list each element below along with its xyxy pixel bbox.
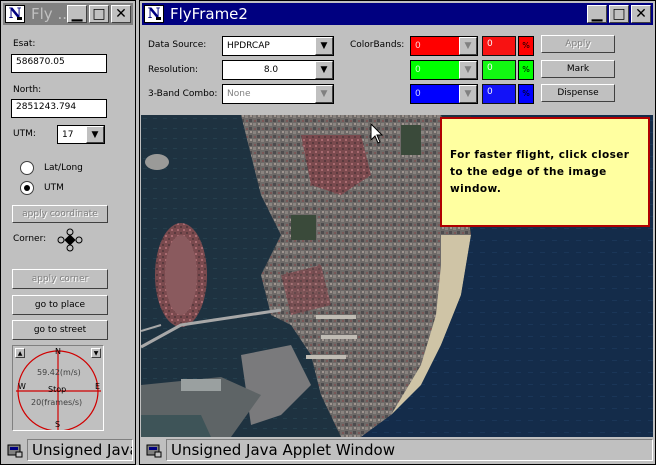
north-field[interactable]: 2851243.794 <box>11 99 107 118</box>
corner-top-icon[interactable] <box>66 228 74 236</box>
left-applet-window: N Fly ... ▁ □ ✕ Esat: 586870.05 North: 2… <box>0 0 136 465</box>
resolution-select[interactable]: 8.0 ▼ <box>222 60 334 80</box>
esat-field[interactable]: 586870.05 <box>11 54 107 73</box>
speed-readout: 59.42(m/s) <box>37 368 81 377</box>
radio-utm[interactable]: UTM <box>20 181 64 195</box>
left-status-bar: Unsigned Java Applet Window <box>3 438 133 462</box>
colorbands-label: ColorBands: <box>350 40 405 50</box>
left-window-title: Fly ... <box>31 5 67 23</box>
compass-up-right-icon[interactable]: ▼ <box>91 348 101 358</box>
radio-utm-label: UTM <box>44 183 64 193</box>
chevron-down-icon[interactable]: ▼ <box>315 61 333 79</box>
radio-unchecked-icon <box>20 161 34 175</box>
stop-button[interactable]: Stop <box>48 385 66 394</box>
chevron-down-icon[interactable]: ▼ <box>459 61 477 79</box>
minimize-icon[interactable]: ▁ <box>587 5 607 23</box>
compass-south-label: S <box>55 420 61 429</box>
flyframe-window-title: FlyFrame2 <box>170 5 248 23</box>
faster-flight-tooltip: For faster flight, click closer to the e… <box>440 117 650 227</box>
compass-up-left-icon[interactable]: ▲ <box>15 348 25 358</box>
compass-east-label: E <box>95 382 101 391</box>
colorband-percent-field[interactable]: 0 <box>482 84 516 104</box>
fps-readout: 20(frames/s) <box>31 398 83 407</box>
netscape-logo-icon: N <box>5 5 25 23</box>
colorband-value: 0 <box>415 41 421 51</box>
colorband-percent-sign: % <box>518 60 534 80</box>
chevron-down-icon[interactable]: ▼ <box>315 85 333 103</box>
north-label: North: <box>13 85 42 95</box>
data-source-label: Data Source: <box>148 40 207 50</box>
apply-button[interactable]: Apply <box>541 35 615 53</box>
colorband-value: 0 <box>415 65 421 75</box>
corner-label: Corner: <box>13 234 47 244</box>
main-status-bar: Unsigned Java Applet Window <box>142 438 653 462</box>
chevron-down-icon[interactable]: ▼ <box>459 85 477 103</box>
radio-checked-icon <box>20 181 34 195</box>
colorband-select[interactable]: 0 ▼ <box>410 84 478 104</box>
data-source-select[interactable]: HPDRCAP ▼ <box>222 36 334 56</box>
resolution-value: 8.0 <box>263 65 279 75</box>
close-icon[interactable]: ✕ <box>111 5 131 23</box>
compass-panel[interactable]: ▲ ▼ N E S W 59.42(m/s) Stop 20(frames/s) <box>12 345 104 431</box>
dispense-button[interactable]: Dispense <box>541 84 615 102</box>
apply-coordinate-button[interactable]: apply coordinate <box>12 205 108 223</box>
esat-label: Esat: <box>13 39 36 49</box>
radio-latlong-label: Lat/Long <box>44 163 83 173</box>
corner-selector[interactable] <box>57 228 83 252</box>
flyframe-title-bar[interactable]: N FlyFrame2 ▁ □ ✕ <box>142 3 653 25</box>
corner-right-icon[interactable] <box>75 236 83 244</box>
utm-zone-value: 17 <box>62 129 74 140</box>
chevron-down-icon[interactable]: ▼ <box>86 126 104 143</box>
data-source-value: HPDRCAP <box>227 41 270 51</box>
mark-button[interactable]: Mark <box>541 60 615 78</box>
minimize-icon[interactable]: ▁ <box>67 5 87 23</box>
corner-bottom-icon[interactable] <box>66 244 74 252</box>
corner-left-icon[interactable] <box>57 236 65 244</box>
left-status-text: Unsigned Java Applet Window <box>27 439 133 461</box>
three-band-label: 3-Band Combo: <box>148 89 218 99</box>
three-band-value: None <box>227 89 251 99</box>
go-to-place-button[interactable]: go to place <box>12 295 108 315</box>
colorband-percent-field[interactable]: 0 <box>482 36 516 56</box>
colorband-percent-field[interactable]: 0 <box>482 60 516 80</box>
colorband-select[interactable]: 0 ▼ <box>410 60 478 80</box>
compass-north-label: N <box>55 347 61 356</box>
left-title-bar[interactable]: N Fly ... ▁ □ ✕ <box>3 3 133 25</box>
colorband-percent-sign: % <box>518 36 534 56</box>
java-applet-icon <box>7 442 23 458</box>
maximize-icon[interactable]: □ <box>89 5 109 23</box>
close-icon[interactable]: ✕ <box>631 5 651 23</box>
three-band-select[interactable]: None ▼ <box>222 84 334 104</box>
resolution-label: Resolution: <box>148 65 199 75</box>
corner-center-icon[interactable] <box>64 234 76 246</box>
flyframe-window: N FlyFrame2 ▁ □ ✕ Data Source: HPDRCAP ▼… <box>139 0 656 465</box>
colorband-select[interactable]: 0 ▼ <box>410 36 478 56</box>
maximize-icon[interactable]: □ <box>609 5 629 23</box>
radio-latlong[interactable]: Lat/Long <box>20 161 83 175</box>
mouse-cursor-icon <box>370 122 384 148</box>
utm-label: UTM: <box>13 129 36 139</box>
main-status-text: Unsigned Java Applet Window <box>166 439 653 461</box>
netscape-logo-icon: N <box>144 5 164 23</box>
go-to-street-button[interactable]: go to street <box>12 320 108 340</box>
colorband-percent-sign: % <box>518 84 534 104</box>
compass-west-label: W <box>18 382 26 391</box>
apply-corner-button[interactable]: apply corner <box>12 269 108 289</box>
chevron-down-icon[interactable]: ▼ <box>315 37 333 55</box>
java-applet-icon <box>146 442 162 458</box>
utm-zone-select[interactable]: 17 ▼ <box>57 125 105 144</box>
colorband-value: 0 <box>415 89 421 99</box>
chevron-down-icon[interactable]: ▼ <box>459 37 477 55</box>
